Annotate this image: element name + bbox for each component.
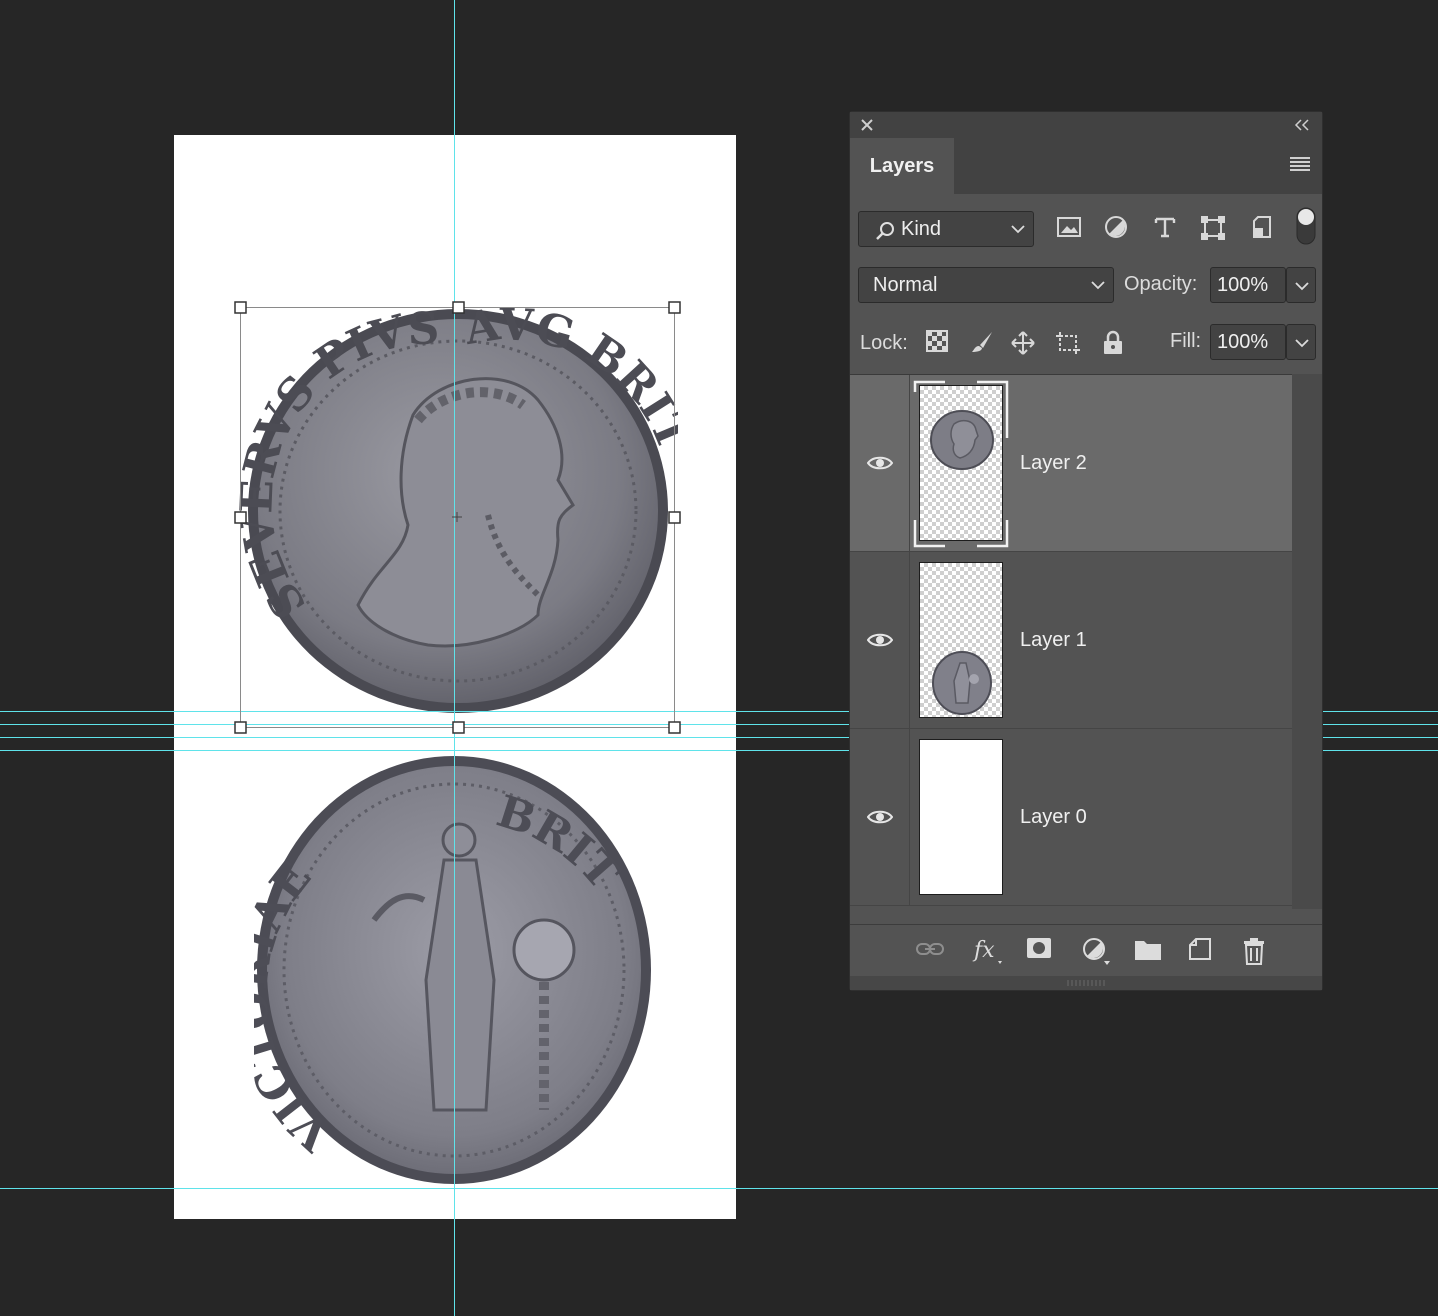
lock-transparent-pixels-icon[interactable] bbox=[926, 330, 948, 352]
panel-tabbar: Layers bbox=[850, 138, 1322, 194]
filter-toggle-switch[interactable] bbox=[1296, 207, 1316, 245]
opacity-input[interactable]: 100% bbox=[1210, 267, 1286, 303]
chevron-down-icon bbox=[1295, 339, 1309, 348]
svg-text:fx: fx bbox=[972, 938, 995, 963]
lock-row: Lock: Fill: 100% bbox=[850, 324, 1322, 364]
filter-row: Kind bbox=[850, 207, 1322, 247]
visibility-toggle[interactable] bbox=[850, 729, 910, 905]
blend-mode-dropdown[interactable]: Normal bbox=[858, 267, 1114, 303]
panel-footer: fx bbox=[850, 924, 1322, 977]
layers-panel: Layers Kind Normal Opacity: 100% Lock: F… bbox=[849, 111, 1323, 991]
lock-label: Lock: bbox=[860, 332, 908, 354]
layer-row-layer-1[interactable]: Layer 1 bbox=[850, 552, 1292, 729]
blend-row: Normal Opacity: 100% bbox=[850, 267, 1322, 307]
panel-resize-grip[interactable] bbox=[850, 976, 1322, 990]
grip-icon bbox=[1067, 980, 1105, 986]
coin-obverse-image[interactable]: SEVERVS PIVS AVG BRIT bbox=[238, 305, 678, 717]
link-layers-icon[interactable] bbox=[916, 940, 944, 958]
chevron-down-icon bbox=[1295, 282, 1309, 291]
layer-list-scrollbar[interactable] bbox=[1292, 374, 1322, 909]
layer-name[interactable]: Layer 2 bbox=[1020, 375, 1087, 552]
new-adjustment-layer-icon[interactable] bbox=[1082, 937, 1112, 967]
coin-obverse-thumbnail bbox=[930, 410, 994, 470]
new-layer-icon[interactable] bbox=[1188, 937, 1212, 961]
layer-list: Layer 2 Layer 1 Layer 0 bbox=[850, 374, 1292, 910]
pixel-layer-filter-icon[interactable] bbox=[1056, 215, 1082, 239]
panel-menu-icon[interactable] bbox=[1290, 156, 1310, 177]
layer-row-layer-2[interactable]: Layer 2 bbox=[850, 375, 1292, 552]
layer-thumbnail[interactable] bbox=[919, 562, 1003, 718]
eye-icon bbox=[867, 810, 893, 824]
new-group-folder-icon[interactable] bbox=[1134, 937, 1162, 961]
panel-titlebar bbox=[850, 112, 1322, 138]
lock-image-pixels-icon[interactable] bbox=[970, 330, 994, 354]
fill-label: Fill: bbox=[1170, 330, 1202, 352]
layer-row-layer-0[interactable]: Layer 0 bbox=[850, 729, 1292, 906]
collapse-icon[interactable] bbox=[1294, 112, 1310, 138]
visibility-toggle[interactable] bbox=[850, 552, 910, 728]
layer-name[interactable]: Layer 0 bbox=[1020, 729, 1087, 906]
search-icon bbox=[876, 222, 894, 240]
filter-kind-value: Kind bbox=[901, 218, 942, 240]
lock-position-icon[interactable] bbox=[1010, 330, 1036, 356]
layer-thumbnail[interactable] bbox=[919, 385, 1003, 541]
adjustment-layer-filter-icon[interactable] bbox=[1104, 215, 1128, 239]
lock-artboard-icon[interactable] bbox=[1054, 330, 1082, 356]
coin-reverse-thumbnail bbox=[932, 651, 992, 715]
opacity-dropdown-button[interactable] bbox=[1286, 267, 1316, 303]
chevron-down-icon bbox=[1091, 281, 1105, 290]
close-icon[interactable] bbox=[860, 112, 874, 139]
smart-object-filter-icon[interactable] bbox=[1250, 215, 1274, 241]
opacity-label: Opacity: bbox=[1124, 273, 1198, 295]
coin-reverse-image[interactable]: VICTORIAE BRIT bbox=[254, 750, 658, 1188]
eye-icon bbox=[867, 456, 893, 470]
visibility-toggle[interactable] bbox=[850, 375, 910, 551]
document-canvas[interactable]: SEVERVS PIVS AVG BRIT VICTORIAE bbox=[174, 135, 736, 1219]
layer-name[interactable]: Layer 1 bbox=[1020, 552, 1087, 729]
tab-layers[interactable]: Layers bbox=[850, 138, 954, 194]
fill-input[interactable]: 100% bbox=[1210, 324, 1286, 360]
lock-all-icon[interactable] bbox=[1102, 330, 1124, 356]
blend-mode-value: Normal bbox=[873, 274, 938, 296]
shape-layer-filter-icon[interactable] bbox=[1200, 215, 1226, 241]
trash-icon[interactable] bbox=[1242, 937, 1266, 965]
fill-dropdown-button[interactable] bbox=[1286, 324, 1316, 360]
filter-kind-dropdown[interactable]: Kind bbox=[858, 211, 1034, 247]
layer-thumbnail[interactable] bbox=[919, 739, 1003, 895]
eye-icon bbox=[867, 633, 893, 647]
add-layer-mask-icon[interactable] bbox=[1026, 937, 1052, 959]
chevron-down-icon bbox=[1011, 225, 1025, 234]
type-layer-filter-icon[interactable] bbox=[1153, 215, 1177, 239]
layer-style-fx-icon[interactable]: fx bbox=[972, 937, 1006, 967]
